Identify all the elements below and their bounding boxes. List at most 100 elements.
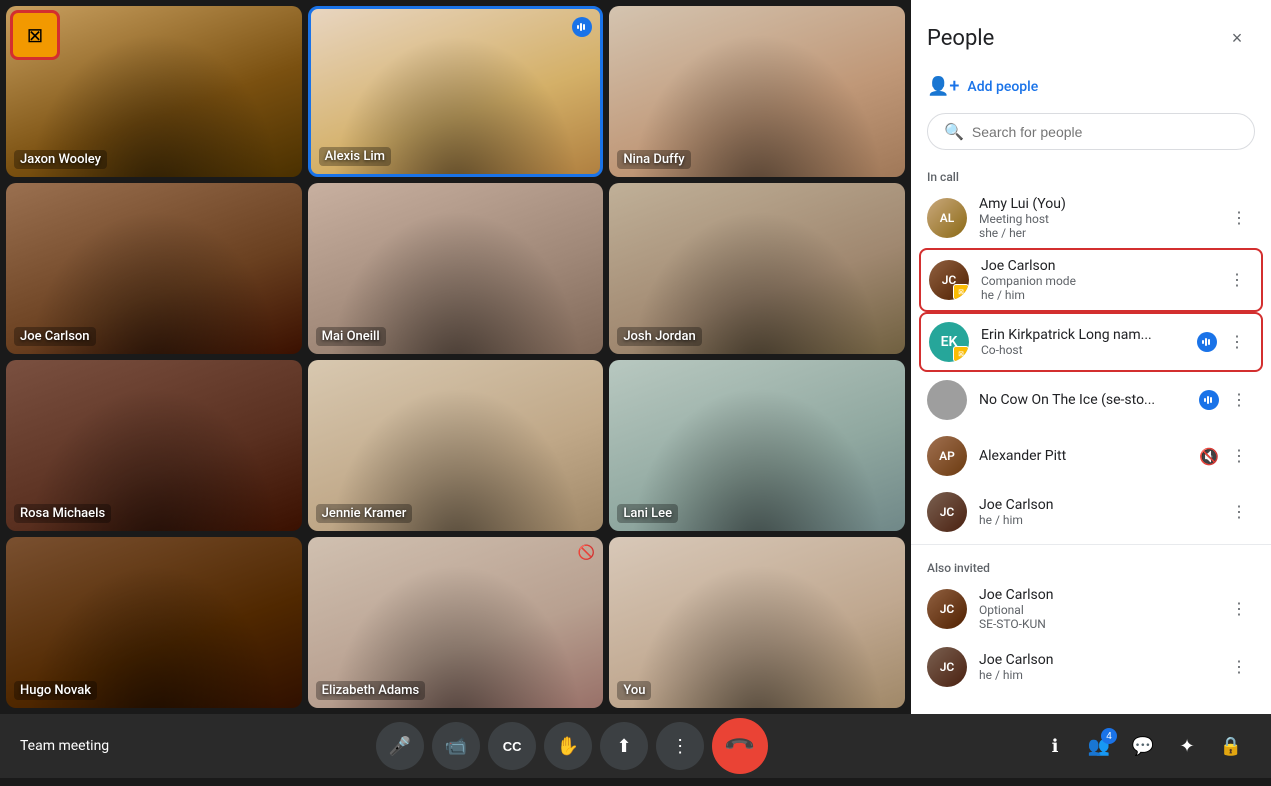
video-tile-12[interactable]: You xyxy=(609,537,905,708)
video-name-4: Joe Carlson xyxy=(14,327,96,346)
controls-center: 🎤 📹 CC ✋ ⬆ ⋮ 📞 xyxy=(376,718,768,774)
avatar-joe3: JC xyxy=(927,647,967,687)
person-actions-joe-invited: ⋮ xyxy=(1223,593,1255,625)
video-tile-8[interactable]: Jennie Kramer xyxy=(308,360,604,531)
video-tile-11[interactable]: Elizabeth Adams 🚫 xyxy=(308,537,604,708)
video-name-8: Jennie Kramer xyxy=(316,504,413,523)
person-info-joe3: Joe Carlson he / him xyxy=(979,652,1211,682)
person-sub: SE-STO-KUN xyxy=(979,617,1211,631)
person-info-alex: Alexander Pitt xyxy=(979,448,1187,464)
video-tile-4[interactable]: Joe Carlson xyxy=(6,183,302,354)
add-person-icon: 👤+ xyxy=(927,76,959,97)
more-options-button[interactable]: ⋮ xyxy=(656,722,704,770)
video-name-5: Mai Oneill xyxy=(316,327,386,346)
more-btn-nocow[interactable]: ⋮ xyxy=(1223,384,1255,416)
more-btn-joe2[interactable]: ⋮ xyxy=(1223,496,1255,528)
video-tile-5[interactable]: Mai Oneill xyxy=(308,183,604,354)
avatar-erin: EK ⊠ xyxy=(929,322,969,362)
security-button[interactable]: 🔒 xyxy=(1211,726,1251,766)
more-btn-erin[interactable]: ⋮ xyxy=(1221,326,1253,358)
raise-hand-button[interactable]: ✋ xyxy=(544,722,592,770)
avatar-alex: AP xyxy=(927,436,967,476)
video-name-9: Lani Lee xyxy=(617,504,678,523)
activities-button[interactable]: ✦ xyxy=(1167,726,1207,766)
panel-title: People xyxy=(927,26,994,51)
logo-area: ⊠ xyxy=(10,10,60,60)
person-role: Co-host xyxy=(981,343,1185,357)
search-icon: 🔍 xyxy=(944,122,964,141)
person-item-erin: EK ⊠ Erin Kirkpatrick Long nam... Co-hos… xyxy=(919,312,1263,372)
person-actions-amy: ⋮ xyxy=(1223,202,1255,234)
present-button[interactable]: ⬆ xyxy=(600,722,648,770)
chat-button[interactable]: 💬 xyxy=(1123,726,1163,766)
more-btn-amy[interactable]: ⋮ xyxy=(1223,202,1255,234)
mic-button[interactable]: 🎤 xyxy=(376,722,424,770)
video-name-7: Rosa Michaels xyxy=(14,504,111,523)
avatar-nocow xyxy=(927,380,967,420)
person-item-alex: AP Alexander Pitt 🔇 ⋮ xyxy=(911,428,1271,484)
video-tile-7[interactable]: Rosa Michaels xyxy=(6,360,302,531)
video-name-3: Nina Duffy xyxy=(617,150,690,169)
person-name-joe-invited: Joe Carlson xyxy=(979,587,1211,603)
person-item-joe-carlson: JC ⊠ Joe Carlson Companion mode he / him… xyxy=(919,248,1263,312)
person-name-joe-carlson: Joe Carlson xyxy=(981,258,1209,274)
person-name-nocow: No Cow On The Ice (se-sto... xyxy=(979,392,1187,408)
person-name-joe3: Joe Carlson xyxy=(979,652,1211,668)
bottom-bar: Team meeting 🎤 📹 CC ✋ ⬆ ⋮ 📞 ℹ 👥 4 💬 ✦ 🔒 xyxy=(0,714,1271,778)
captions-button[interactable]: CC xyxy=(488,722,536,770)
person-info-joe-carlson: Joe Carlson Companion mode he / him xyxy=(981,258,1209,302)
more-btn-joe-invited[interactable]: ⋮ xyxy=(1223,593,1255,625)
avatar-joe2: JC xyxy=(927,492,967,532)
person-role: he / him xyxy=(979,513,1211,527)
avatar-joe-invited: JC xyxy=(927,589,967,629)
camera-button[interactable]: 📹 xyxy=(432,722,480,770)
logo-icon[interactable]: ⊠ xyxy=(10,10,60,60)
controls-right: ℹ 👥 4 💬 ✦ 🔒 xyxy=(1035,726,1251,766)
person-actions-joe3: ⋮ xyxy=(1223,651,1255,683)
video-tile-6[interactable]: Josh Jordan xyxy=(609,183,905,354)
person-info-amy: Amy Lui (You) Meeting host she / her xyxy=(979,196,1211,240)
main-area: Jaxon WooleyAlexis LimNina DuffyJoe Carl… xyxy=(0,0,1271,714)
more-btn-alex[interactable]: ⋮ xyxy=(1223,440,1255,472)
person-info-nocow: No Cow On The Ice (se-sto... xyxy=(979,392,1187,408)
video-name-11: Elizabeth Adams xyxy=(316,681,426,700)
avatar-joe-carlson: JC ⊠ xyxy=(929,260,969,300)
companion-badge: ⊠ xyxy=(953,284,969,300)
person-name-erin: Erin Kirkpatrick Long nam... xyxy=(981,327,1185,343)
panel-header: People × xyxy=(911,0,1271,68)
more-btn-joe3[interactable]: ⋮ xyxy=(1223,651,1255,683)
people-button[interactable]: 👥 4 xyxy=(1079,726,1119,766)
also-invited-label: Also invited xyxy=(911,549,1271,579)
speaking-badge-nocow xyxy=(1199,390,1219,410)
people-panel: People × 👤+ Add people 🔍 In call AL Amy … xyxy=(911,0,1271,714)
end-call-button[interactable]: 📞 xyxy=(700,706,779,785)
search-input[interactable] xyxy=(972,124,1238,140)
person-role: Meeting host xyxy=(979,212,1211,226)
person-item-nocow: No Cow On The Ice (se-sto... ⋮ xyxy=(911,372,1271,428)
speaking-badge-erin xyxy=(1197,332,1217,352)
person-info-joe2: Joe Carlson he / him xyxy=(979,497,1211,527)
mic-muted-11: 🚫 xyxy=(578,545,595,561)
video-tile-9[interactable]: Lani Lee xyxy=(609,360,905,531)
video-tile-2[interactable]: Alexis Lim xyxy=(308,6,604,177)
person-name-amy: Amy Lui (You) xyxy=(979,196,1211,212)
video-name-12: You xyxy=(617,681,651,700)
person-item-joe2: JC Joe Carlson he / him ⋮ xyxy=(911,484,1271,540)
video-tile-10[interactable]: Hugo Novak xyxy=(6,537,302,708)
divider xyxy=(911,544,1271,545)
add-people-button[interactable]: 👤+ Add people xyxy=(911,68,1271,105)
person-actions-joe2: ⋮ xyxy=(1223,496,1255,528)
person-role-joe3: he / him xyxy=(979,668,1211,682)
video-tile-3[interactable]: Nina Duffy xyxy=(609,6,905,177)
person-pronoun: he / him xyxy=(981,288,1209,302)
person-pronoun: she / her xyxy=(979,226,1211,240)
person-role-joe-invited: Optional xyxy=(979,603,1211,617)
person-info-joe-invited: Joe Carlson Optional SE-STO-KUN xyxy=(979,587,1211,631)
person-name-alex: Alexander Pitt xyxy=(979,448,1187,464)
meeting-title: Team meeting xyxy=(20,738,109,754)
close-panel-button[interactable]: × xyxy=(1219,20,1255,56)
search-bar: 🔍 xyxy=(927,113,1255,150)
more-btn-joe-carlson[interactable]: ⋮ xyxy=(1221,264,1253,296)
info-button[interactable]: ℹ xyxy=(1035,726,1075,766)
video-name-6: Josh Jordan xyxy=(617,327,701,346)
